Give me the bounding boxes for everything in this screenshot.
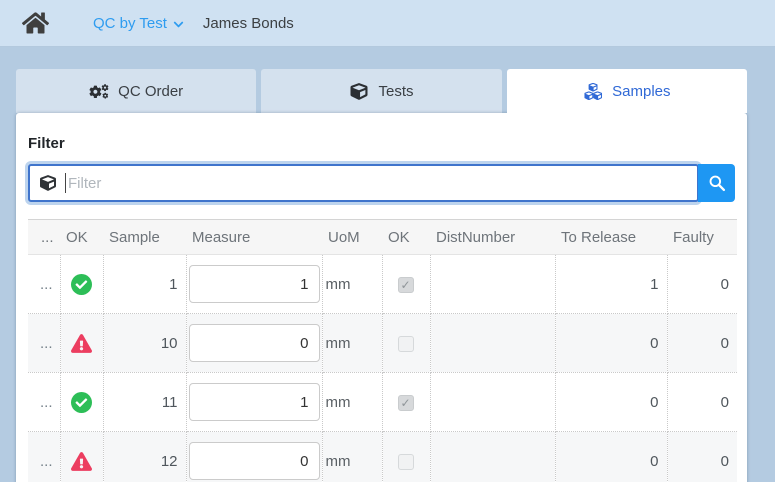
row-more-button[interactable]: ...: [28, 255, 60, 314]
search-icon: [708, 174, 726, 192]
topbar: QC by Test James Bonds: [0, 0, 775, 47]
col-header-ok2: OK: [382, 220, 430, 255]
row-status-cell: [60, 255, 103, 314]
row-more-button[interactable]: ...: [28, 314, 60, 373]
row-sample-value: 12: [103, 432, 186, 482]
ok-checkbox[interactable]: [398, 395, 414, 411]
col-header-more: ...: [28, 220, 60, 255]
tab-label: Samples: [612, 83, 670, 100]
row-faulty: 0: [667, 373, 737, 432]
samples-table: ... OK Sample Measure UoM OK DistNumber …: [28, 219, 737, 482]
row-sample-value: 11: [103, 373, 186, 432]
col-header-uom: UoM: [322, 220, 382, 255]
row-sample-value: 1: [103, 255, 186, 314]
row-distnumber: [430, 314, 555, 373]
row-more-button[interactable]: ...: [28, 373, 60, 432]
row-status-cell: [60, 432, 103, 482]
ok-checkbox[interactable]: [398, 336, 414, 352]
qc-by-test-dropdown[interactable]: QC by Test: [93, 15, 184, 32]
col-header-measure: Measure: [186, 220, 322, 255]
home-icon: [22, 11, 49, 35]
table-row: ... 1 mm 1 0: [28, 255, 737, 314]
samples-table-body: ... 1 mm 1 0 ... 10 mm 0 0 ... 11 mm 0 0…: [28, 255, 737, 482]
row-uom: mm: [322, 432, 382, 482]
pass-check-icon: [71, 392, 92, 413]
row-status-cell: [60, 373, 103, 432]
filter-section-label: Filter: [28, 135, 735, 152]
row-more-button[interactable]: ...: [28, 432, 60, 482]
tab-label: Tests: [378, 83, 413, 100]
measure-input[interactable]: [189, 383, 320, 421]
search-button[interactable]: [698, 164, 735, 202]
tab-bar: QC Order Tests Samples: [16, 69, 747, 113]
col-header-distnumber: DistNumber: [430, 220, 555, 255]
tab-tests[interactable]: Tests: [261, 69, 501, 113]
row-to-release: 0: [555, 373, 667, 432]
fail-warning-icon: [71, 451, 92, 472]
qc-by-test-label: QC by Test: [93, 15, 167, 32]
cube-icon: [349, 83, 369, 100]
table-row: ... 10 mm 0 0: [28, 314, 737, 373]
cubes-icon: [583, 83, 603, 100]
measure-input[interactable]: [189, 265, 320, 303]
cube-icon: [40, 175, 56, 191]
table-row: ... 11 mm 0 0: [28, 373, 737, 432]
table-row: ... 12 mm 0 0: [28, 432, 737, 482]
col-header-sample: Sample: [103, 220, 186, 255]
row-to-release: 1: [555, 255, 667, 314]
chevron-down-icon: [173, 19, 184, 30]
row-to-release: 0: [555, 432, 667, 482]
ok-checkbox[interactable]: [398, 454, 414, 470]
filter-group: [28, 164, 735, 202]
row-distnumber: [430, 373, 555, 432]
measure-input[interactable]: [189, 324, 320, 362]
samples-panel: Filter ... OK Sample Measure UoM OK Dist…: [16, 113, 747, 482]
row-distnumber: [430, 432, 555, 482]
row-faulty: 0: [667, 432, 737, 482]
row-faulty: 0: [667, 314, 737, 373]
tab-samples[interactable]: Samples: [507, 69, 747, 113]
row-faulty: 0: [667, 255, 737, 314]
col-header-ok: OK: [60, 220, 103, 255]
gears-icon: [89, 83, 109, 100]
user-name: James Bonds: [203, 15, 294, 32]
home-button[interactable]: [22, 11, 49, 35]
row-to-release: 0: [555, 314, 667, 373]
measure-input[interactable]: [189, 442, 320, 480]
col-header-to-release: To Release: [555, 220, 667, 255]
ok-checkbox[interactable]: [398, 277, 414, 293]
col-header-faulty: Faulty: [667, 220, 737, 255]
table-header-row: ... OK Sample Measure UoM OK DistNumber …: [28, 220, 737, 255]
row-uom: mm: [322, 255, 382, 314]
tab-label: QC Order: [118, 83, 183, 100]
filter-input-wrapper: [28, 164, 699, 202]
pass-check-icon: [71, 274, 92, 295]
row-distnumber: [430, 255, 555, 314]
row-uom: mm: [322, 373, 382, 432]
row-uom: mm: [322, 314, 382, 373]
tab-qc-order[interactable]: QC Order: [16, 69, 256, 113]
fail-warning-icon: [71, 333, 92, 354]
row-status-cell: [60, 314, 103, 373]
filter-input[interactable]: [66, 175, 697, 192]
row-sample-value: 10: [103, 314, 186, 373]
